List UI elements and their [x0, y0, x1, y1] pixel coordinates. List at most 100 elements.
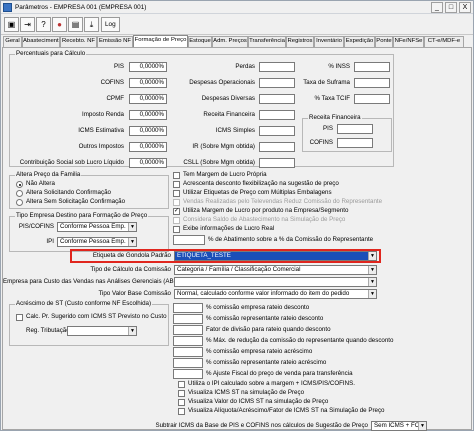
check-acrescenta-desconto[interactable]	[173, 181, 180, 188]
pis-field[interactable]: 0,0000%	[129, 62, 167, 72]
chevron-down-icon: ▼	[418, 422, 426, 430]
check-margem-segmento[interactable]: ✓	[173, 208, 180, 215]
radio-altera-confirmacao[interactable]	[16, 190, 23, 197]
pis-cofins-select[interactable]: Conforme Pessoa Emp. ▼	[57, 222, 137, 232]
tab-ponte[interactable]: Ponte	[375, 36, 393, 47]
tab-abastecimento[interactable]: Abastecimento	[22, 36, 60, 47]
desp-operacionais-field[interactable]	[259, 78, 295, 88]
log-button[interactable]: Log	[101, 17, 120, 32]
check-icms-st-simulacao[interactable]	[178, 390, 185, 397]
csll-field[interactable]	[259, 158, 295, 168]
contrib-social-field[interactable]: 0,0000%	[129, 158, 167, 168]
tab-formacao-preco[interactable]: Formação de Preço	[133, 35, 188, 47]
check-saldo-abastecimento[interactable]	[173, 217, 180, 224]
formacao-preco-panel: Percentuais para Cálculo PIS 0,0000% COF…	[2, 47, 472, 431]
check-televendas[interactable]	[173, 199, 180, 206]
tab-inventario[interactable]: Inventário	[314, 36, 344, 47]
icms-simples-field[interactable]	[259, 126, 295, 136]
tab-recebto-nf[interactable]: Recebto. NF	[60, 36, 97, 47]
save-icon[interactable]: ▣	[4, 17, 19, 32]
chevron-down-icon: ▼	[368, 252, 376, 260]
etiqueta-select[interactable]: ETIQUETA_TESTE ▼	[174, 251, 377, 261]
check-etiquetas-multiplas[interactable]	[173, 190, 180, 197]
empresa-custo-select[interactable]: ▼	[174, 277, 377, 287]
check-valor-icms-st[interactable]	[178, 399, 185, 406]
check-aliquota-st[interactable]	[178, 408, 185, 415]
export-icon[interactable]: ⤓	[84, 17, 99, 32]
cofins-field[interactable]: 0,0000%	[129, 78, 167, 88]
pct-label-6: % comissão representante rateio acréscim…	[206, 359, 327, 366]
pct-label-1: % comissão empresa rateio desconto	[206, 304, 310, 311]
maximize-button[interactable]: □	[445, 2, 457, 13]
ipi-margem-label: Utiliza o IPI calculado sobre a margem +…	[188, 380, 355, 387]
perdas-field[interactable]	[259, 62, 295, 72]
help-icon[interactable]: ?	[36, 17, 51, 32]
suframa-label: Taxa de Suframa	[303, 79, 350, 86]
cpmf-field[interactable]: 0,0000%	[129, 94, 167, 104]
cofins-label: COFINS	[100, 79, 124, 86]
altera-sem-confirmacao-label: Altera Sem Solicitação Confirmação	[26, 198, 126, 205]
percentuais-group: Percentuais para Cálculo PIS 0,0000% COF…	[9, 50, 394, 168]
margem-segmento-label: Utiliza Margem de Lucro por produto na E…	[183, 207, 349, 214]
imposto-renda-label: Imposto Renda	[82, 111, 124, 118]
exit-icon[interactable]: ⇥	[20, 17, 35, 32]
altera-preco-group: Altera Preço da Familia Não Altera Alter…	[9, 171, 169, 209]
radio-altera-sem-confirmacao[interactable]	[16, 199, 23, 206]
valor-base-label: Tipo Valor Base Comissão	[98, 290, 171, 297]
imposto-renda-field[interactable]: 0,0000%	[129, 110, 167, 120]
rf-pis-label: PIS	[323, 125, 333, 132]
rf-pis-field[interactable]	[337, 124, 373, 134]
pct-field-2[interactable]	[173, 314, 203, 324]
pct-field-6[interactable]	[173, 358, 203, 368]
rf-cofins-field[interactable]	[337, 138, 373, 148]
pct-label-2: % comissão representante rateio desconto	[206, 315, 324, 322]
tab-registros[interactable]: Registros	[286, 36, 314, 47]
tab-expedicao[interactable]: Expedição	[344, 36, 375, 47]
radio-nao-altera[interactable]	[16, 181, 23, 188]
pct-field-5[interactable]	[173, 347, 203, 357]
icms-estimativa-field[interactable]: 0,0000%	[129, 126, 167, 136]
pct-field-1[interactable]	[173, 303, 203, 313]
check-margem-propria[interactable]	[173, 172, 180, 179]
pis-cofins-value: Conforme Pessoa Emp.	[60, 223, 126, 230]
calculo-comissao-select[interactable]: Categoria / Família / Classificação Come…	[174, 265, 377, 275]
close-button[interactable]: X	[459, 2, 471, 13]
suframa-field[interactable]	[354, 78, 390, 88]
rf-cofins-label: COFINS	[309, 139, 333, 146]
pct-field-3[interactable]	[173, 325, 203, 335]
tab-cte-mdfe[interactable]: CT-e/MDF-e	[424, 36, 464, 47]
valor-base-select[interactable]: Normal, calculado conforme valor informa…	[174, 289, 377, 299]
check-calc-st[interactable]	[16, 314, 23, 321]
empresa-custo-label: Empresa para Custo das Vendas nas Anális…	[3, 278, 181, 285]
etiquetas-multiplas-label: Utilizar Etiquetas de Preço com Múltipla…	[183, 189, 332, 196]
tcif-field[interactable]	[354, 94, 390, 104]
subtrair-select[interactable]: Sem ICMS + FCP ▼	[371, 421, 427, 431]
tab-adm-precos[interactable]: Adm. Preços	[212, 36, 248, 47]
contrib-social-label: Contribuição Social sob Lucro Líquido	[19, 159, 124, 166]
tab-estoque[interactable]: Estoque	[188, 36, 212, 47]
tab-transferencia[interactable]: Transferência	[248, 36, 286, 47]
receita-financeira-label: Receita Financeira	[203, 111, 255, 118]
outros-impostos-label: Outros Impostos	[78, 143, 124, 150]
outros-impostos-field[interactable]: 0,0000%	[129, 142, 167, 152]
record-icon[interactable]: ●	[52, 17, 67, 32]
print-icon[interactable]: ▤	[68, 17, 83, 32]
minimize-button[interactable]: _	[431, 2, 443, 13]
check-lucro-real[interactable]	[173, 226, 180, 233]
tab-emissao-nf[interactable]: Emissão NF	[97, 36, 133, 47]
ipi-select[interactable]: Conforme Pessoa Emp. ▼	[57, 237, 137, 247]
ir-field[interactable]	[259, 142, 295, 152]
reg-tributacao-select[interactable]: ▼	[67, 326, 137, 336]
tab-geral[interactable]: Geral	[3, 36, 22, 47]
aliquota-st-label: Visualiza Alíquota/Acréscimo/Fator de IC…	[188, 407, 385, 414]
receita-financeira-field[interactable]	[259, 110, 295, 120]
inss-field[interactable]	[354, 62, 390, 72]
pct-field-4[interactable]	[173, 336, 203, 346]
tab-nfe-nfse[interactable]: NFe/NFSe	[393, 36, 424, 47]
check-ipi-margem[interactable]	[178, 381, 185, 388]
percentuais-title: Percentuais para Cálculo	[15, 50, 87, 57]
desp-diversas-field[interactable]	[259, 94, 295, 104]
altera-confirmacao-label: Altera Solicitando Confirmação	[26, 189, 111, 196]
pct-field-7[interactable]	[173, 369, 203, 379]
abatimento-field[interactable]	[173, 235, 205, 245]
